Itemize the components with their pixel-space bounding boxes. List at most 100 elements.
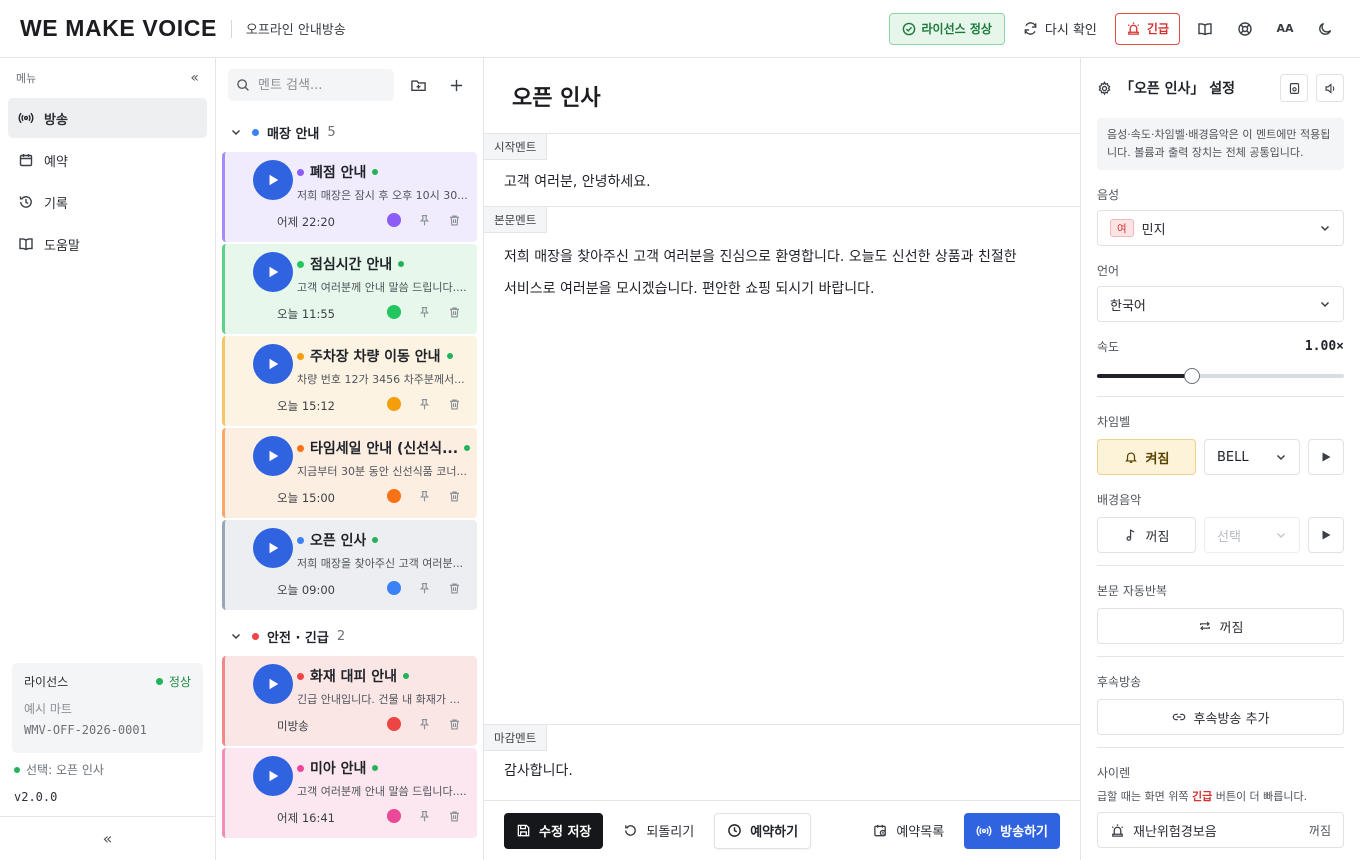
bgm-play-button[interactable]: [1308, 517, 1344, 553]
group-header-store[interactable]: 매장 안내 5: [216, 112, 483, 152]
bgm-toggle[interactable]: 꺼짐: [1097, 517, 1196, 553]
delete-button[interactable]: [447, 809, 461, 823]
pin-button[interactable]: [417, 305, 431, 319]
sidebar-item-schedule[interactable]: 예약: [8, 140, 207, 180]
announcement-card[interactable]: 폐점 안내 저희 매장은 잠시 후 오후 10시 30... 어제 22:20: [222, 152, 477, 242]
pin-button[interactable]: [417, 809, 431, 823]
speed-slider[interactable]: [1097, 368, 1344, 384]
sidebar-item-history[interactable]: 기록: [8, 182, 207, 222]
settings-panel: 「오픈 인사」 설정 음성·속도·차임벨·배경음악은 이 멘트에만 적용됩니다.…: [1080, 58, 1360, 860]
play-button[interactable]: [253, 344, 293, 384]
group-color-dot: [252, 632, 259, 640]
color-picker-button[interactable]: [387, 305, 401, 319]
play-button[interactable]: [253, 664, 293, 704]
announcement-card[interactable]: 오픈 인사 저희 매장을 찾아주신 고객 여러분... 오늘 09:00: [222, 520, 477, 610]
pin-button[interactable]: [417, 397, 431, 411]
recheck-button[interactable]: 다시 확인: [1015, 13, 1105, 45]
language-select[interactable]: 한국어: [1097, 286, 1344, 322]
sidebar-item-help[interactable]: 도움말: [8, 224, 207, 264]
play-button[interactable]: [253, 756, 293, 796]
play-button[interactable]: [253, 252, 293, 292]
siren-note-post: 버튼이 더 빠릅니다.: [1212, 790, 1308, 803]
manual-button[interactable]: [1190, 14, 1220, 44]
preset-button[interactable]: [1280, 74, 1308, 102]
emergency-button[interactable]: 긴급: [1114, 12, 1180, 45]
group-header-safety[interactable]: 안전 · 긴급 2: [216, 616, 483, 656]
color-picker-button[interactable]: [387, 809, 401, 823]
trash-icon: [449, 810, 459, 822]
delete-button[interactable]: [447, 581, 461, 595]
start-section-label: 시작멘트: [484, 134, 548, 160]
search-input[interactable]: [258, 77, 378, 93]
play-button[interactable]: [253, 528, 293, 568]
font-size-button[interactable]: AA: [1270, 14, 1300, 44]
license-card: 라이선스 정상 예시 마트 WMV-OFF-2026-0001: [12, 663, 203, 753]
collapse-sidebar-button[interactable]: «: [0, 816, 215, 860]
save-button[interactable]: 수정 저장: [504, 812, 604, 849]
collapse-menu-icon[interactable]: «: [190, 70, 199, 86]
followup-label: 후속방송: [1097, 674, 1142, 689]
play-button[interactable]: [253, 160, 293, 200]
reserve-list-button[interactable]: 예약목록: [863, 813, 954, 849]
support-button[interactable]: [1230, 14, 1260, 44]
pin-button[interactable]: [417, 717, 431, 731]
add-announcement-button[interactable]: [442, 71, 470, 99]
announcement-card[interactable]: 미아 안내 고객 여러분께 안내 말씀 드립니다.... 어제 16:41: [222, 748, 477, 838]
color-picker-button[interactable]: [387, 397, 401, 411]
announcement-card[interactable]: 타임세일 안내 (신선식... 지금부터 30분 동안 신선식품 코너... 오늘 …: [222, 428, 477, 518]
delete-button[interactable]: [447, 489, 461, 503]
card-description: 고객 여러분께 안내 말씀 드립니다....: [297, 281, 467, 294]
color-picker-button[interactable]: [387, 717, 401, 731]
start-text[interactable]: 고객 여러분, 안녕하세요.: [484, 166, 1080, 198]
panel-title: 「오픈 인사」 설정: [1120, 81, 1236, 97]
reserve-button[interactable]: 예약하기: [714, 812, 812, 849]
add-followup-button[interactable]: 후속방송 추가: [1097, 699, 1344, 735]
repeat-toggle[interactable]: 꺼짐: [1097, 608, 1344, 644]
bgm-select[interactable]: 선택: [1204, 517, 1300, 553]
pin-button[interactable]: [417, 581, 431, 595]
save-icon: [517, 824, 530, 837]
broadcast-button[interactable]: 방송하기: [964, 812, 1060, 849]
delete-button[interactable]: [447, 397, 461, 411]
search-box[interactable]: [228, 69, 394, 101]
siren-note-emphasis: 긴급: [1191, 790, 1213, 803]
delete-button[interactable]: [447, 305, 461, 319]
color-picker-button[interactable]: [387, 213, 401, 227]
font-size-icon: AA: [1276, 22, 1294, 35]
preview-voice-button[interactable]: [1316, 74, 1344, 102]
chime-sound-select[interactable]: BELL: [1204, 439, 1300, 475]
license-code: WMV-OFF-2026-0001: [24, 723, 147, 737]
announcement-card[interactable]: 점심시간 안내 고객 여러분께 안내 말씀 드립니다.... 오늘 11:55: [222, 244, 477, 334]
body-text[interactable]: 저희 매장을 찾아주신 고객 여러분을 진심으로 환영합니다. 오늘도 신선한 …: [484, 241, 1050, 305]
chime-play-button[interactable]: [1308, 439, 1344, 475]
play-icon: [269, 450, 279, 462]
color-picker-button[interactable]: [387, 581, 401, 595]
color-picker-button[interactable]: [387, 489, 401, 503]
voice-select[interactable]: 여 민지: [1097, 210, 1344, 246]
play-icon: [269, 358, 279, 370]
chime-toggle[interactable]: 켜짐: [1097, 439, 1196, 475]
delete-button[interactable]: [447, 213, 461, 227]
group-count: 5: [327, 124, 336, 140]
play-button[interactable]: [253, 436, 293, 476]
end-text[interactable]: 감사합니다.: [484, 755, 1080, 787]
delete-button[interactable]: [447, 717, 461, 731]
dark-mode-button[interactable]: [1310, 14, 1340, 44]
announcement-card[interactable]: 화재 대피 안내 긴급 안내입니다. 건물 내 화재가 ... 미방송: [222, 656, 477, 746]
new-folder-button[interactable]: [404, 71, 432, 99]
license-status-badge[interactable]: 라이선스 정상: [888, 12, 1005, 45]
calendar-icon: [19, 154, 33, 167]
group-count: 2: [336, 628, 346, 644]
reserve-label: 예약하기: [750, 825, 799, 840]
slider-thumb[interactable]: [1184, 368, 1201, 384]
siren-item-disaster[interactable]: 재난위험경보음 꺼짐: [1097, 812, 1344, 848]
announcement-card[interactable]: 주차장 차량 이동 안내 차량 번호 12가 3456 차주분께서... 오늘 15…: [222, 336, 477, 426]
pin-button[interactable]: [417, 489, 431, 503]
bell-icon: [1124, 452, 1137, 463]
revert-button[interactable]: 되돌리기: [613, 813, 704, 849]
trash-icon: [449, 718, 459, 730]
play-icon: [1322, 530, 1331, 540]
body-section-label: 본문멘트: [484, 207, 548, 233]
pin-button[interactable]: [417, 213, 431, 227]
sidebar-item-broadcast[interactable]: 방송: [8, 98, 207, 138]
